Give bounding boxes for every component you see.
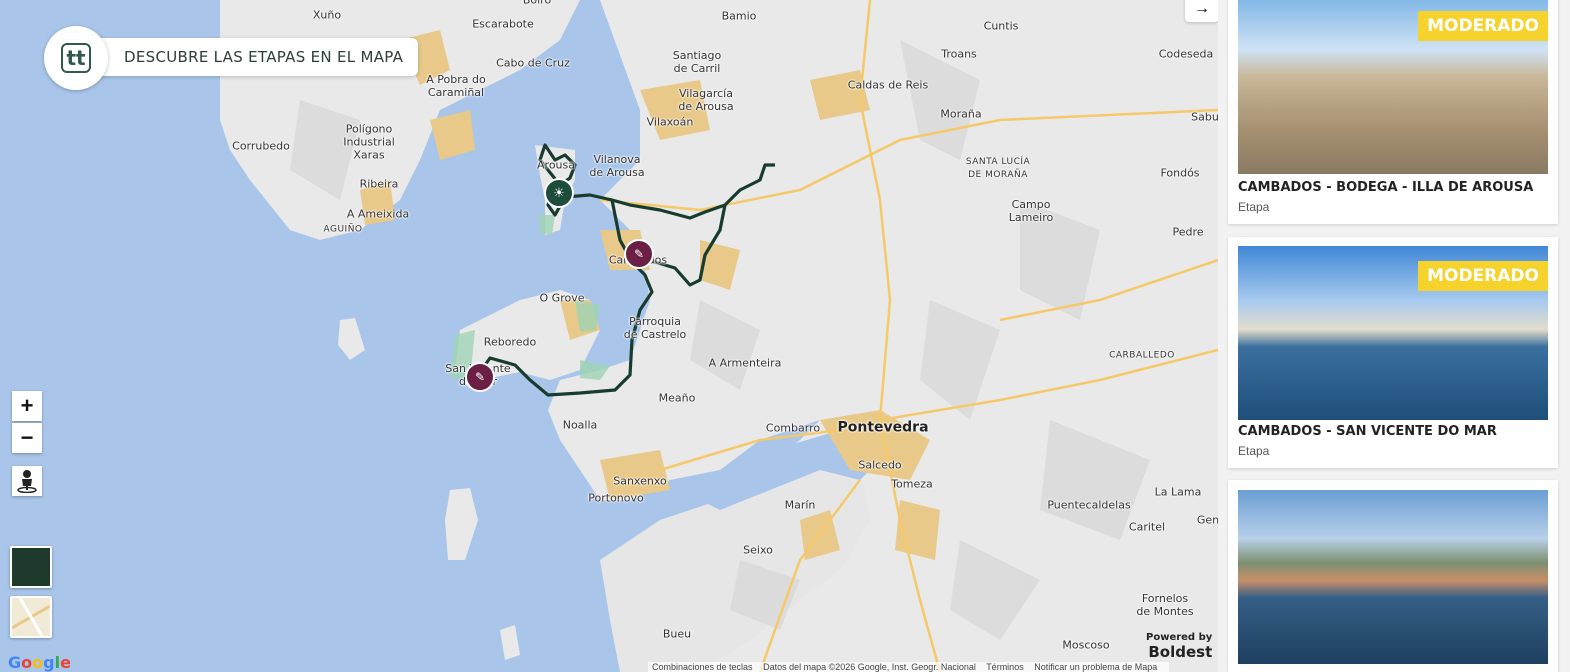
- place-label: Seixo: [743, 543, 773, 557]
- place-label: A Pobra do Caramiñal: [426, 73, 486, 99]
- stage-title[interactable]: CAMBADOS - BODEGA - ILLA DE AROUSA: [1238, 180, 1533, 195]
- stage-photo: MODERADO: [1238, 246, 1548, 420]
- place-label: CARBALLEDO: [1109, 350, 1175, 361]
- map-data-attribution: Datos del mapa ©2026 Google, Inst. Geogr…: [763, 662, 976, 672]
- place-label: Portonovo: [588, 491, 644, 505]
- map-base: [0, 0, 1218, 672]
- place-label: Arousa: [537, 158, 575, 172]
- google-logo: Google: [8, 653, 71, 672]
- place-label: Moscoso: [1062, 638, 1110, 652]
- stage-card[interactable]: MODERADO CAMBADOS - SAN VICENTE DO MAR E…: [1228, 237, 1558, 468]
- street-view-button[interactable]: [12, 466, 42, 496]
- map-icon: [11, 597, 51, 637]
- place-label: Bamio: [721, 9, 757, 23]
- discover-label: DESCUBRE LAS ETAPAS EN EL MAPA: [88, 38, 418, 76]
- powered-brand: Boldest: [1148, 643, 1213, 661]
- powered-by: Powered by Boldest: [1146, 632, 1212, 661]
- terms-link[interactable]: Términos: [986, 662, 1024, 672]
- place-label: SANTA LUCÍA DE MORAÑA: [965, 157, 1031, 180]
- zoom-in-button[interactable]: +: [12, 391, 42, 421]
- place-label: Marín: [784, 498, 816, 512]
- place-label: Vilaxoán: [646, 115, 694, 129]
- place-label: Escarabote: [472, 17, 534, 31]
- place-label: Bueu: [662, 627, 692, 641]
- place-label: Cabo de Cruz: [496, 56, 570, 70]
- place-label: Santiago de Carril: [672, 49, 722, 75]
- place-label: A Armenteira: [708, 356, 782, 370]
- discover-banner[interactable]: tt DESCUBRE LAS ETAPAS EN EL MAPA: [44, 26, 418, 90]
- stage-photo: MODERADO: [1238, 0, 1548, 174]
- stage-photo: [1238, 490, 1548, 664]
- place-label: Meaño: [658, 391, 696, 405]
- zoom-out-button[interactable]: −: [12, 423, 42, 453]
- place-label: Corrubedo: [232, 139, 290, 153]
- stage-type: Etapa: [1238, 444, 1270, 458]
- place-label: O Grove: [539, 291, 585, 305]
- place-label: Campo Lameiro: [1008, 198, 1054, 224]
- map-canvas[interactable]: Xuño Escarabote Boiro Bamio Cuntis Codeseda Ca…: [0, 0, 1218, 672]
- arrow-right-icon[interactable]: →: [1185, 0, 1218, 22]
- difficulty-badge: MODERADO: [1418, 261, 1548, 291]
- place-label: Pontevedra: [837, 419, 929, 436]
- place-label: Parroquia de Castrelo: [623, 315, 687, 341]
- san-vicente-marker[interactable]: ✎: [465, 362, 495, 392]
- report-problem-link[interactable]: Notificar un problema de Mapa: [1034, 662, 1157, 672]
- place-label: AGUIÑO: [323, 224, 363, 235]
- keyboard-shortcuts-link[interactable]: Combinaciones de teclas: [652, 662, 753, 672]
- logo-text: tt: [61, 43, 91, 73]
- place-label: Caritel: [1128, 520, 1166, 534]
- cambados-marker[interactable]: ✎: [624, 239, 654, 269]
- place-label: Sanxenxo: [613, 474, 667, 488]
- place-label: Boiro: [522, 0, 552, 7]
- place-label: Sabu: [1191, 110, 1218, 124]
- place-label: Reboredo: [483, 335, 537, 349]
- stages-panel[interactable]: MODERADO CAMBADOS - BODEGA - ILLA DE ARO…: [1218, 0, 1570, 672]
- place-label: Gen: [1196, 513, 1218, 527]
- pin-icon: ✎: [474, 370, 486, 384]
- place-label: Codeseda: [1158, 47, 1214, 61]
- stage-title[interactable]: CAMBADOS - SAN VICENTE DO MAR: [1238, 424, 1497, 439]
- place-label: Combarro: [765, 421, 821, 435]
- stage-card[interactable]: MODERADO CAMBADOS - BODEGA - ILLA DE ARO…: [1228, 0, 1558, 224]
- place-label: Caldas de Reis: [847, 78, 929, 92]
- place-label: Polígono Industrial Xaras: [343, 122, 395, 162]
- place-label: Vilanova de Arousa: [589, 153, 645, 179]
- place-label: Salcedo: [858, 458, 902, 472]
- place-label: Fondós: [1160, 166, 1200, 180]
- place-label: Vilagarcía de Arousa: [678, 87, 734, 113]
- palm-tree-icon: ☀: [553, 185, 565, 200]
- stage-type: Etapa: [1238, 200, 1270, 214]
- map-footer: Combinaciones de teclas Datos del mapa ©…: [648, 662, 1170, 672]
- pegman-icon: [17, 470, 37, 493]
- place-label: Cuntis: [983, 19, 1019, 33]
- place-label: Tomeza: [891, 477, 933, 491]
- place-label: Puentecaldelas: [1047, 498, 1131, 512]
- place-label: Moraña: [940, 107, 982, 121]
- pin-icon: ✎: [633, 247, 645, 261]
- map-layer-button[interactable]: [10, 596, 52, 638]
- stage-card[interactable]: [1228, 480, 1558, 672]
- difficulty-badge: MODERADO: [1418, 11, 1548, 41]
- place-label: Ribeira: [359, 177, 399, 191]
- place-label: Pedre: [1172, 225, 1204, 239]
- place-label: Fornelos de Montes: [1136, 592, 1194, 618]
- place-label: Noalla: [562, 418, 598, 432]
- brand-logo: tt: [44, 26, 108, 90]
- satellite-layer-button[interactable]: [10, 546, 52, 588]
- powered-by-text: Powered by: [1146, 632, 1213, 643]
- place-label: Troans: [941, 47, 977, 61]
- place-label: A Ameixida: [346, 207, 410, 221]
- route-start-marker[interactable]: ☀: [544, 178, 574, 208]
- place-label: La Lama: [1154, 485, 1202, 499]
- place-label: Xuño: [312, 8, 342, 22]
